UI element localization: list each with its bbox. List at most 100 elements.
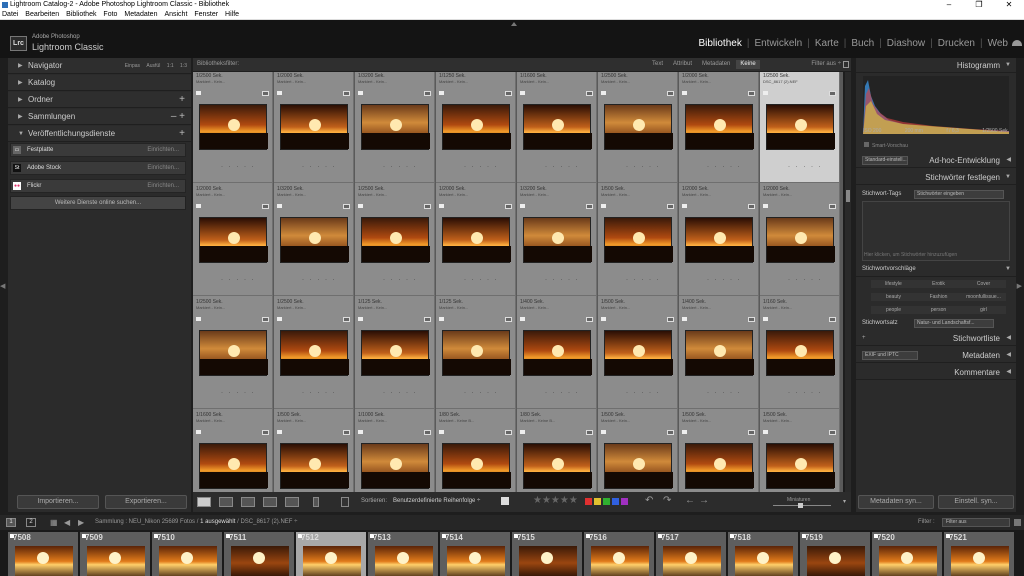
metadata-badge-icon[interactable]: [505, 317, 512, 322]
collapse-top-panel-icon[interactable]: [511, 22, 517, 26]
flag-icon[interactable]: [358, 91, 363, 95]
filmstrip-cell[interactable]: 7518: [728, 532, 798, 576]
rating-dots[interactable]: · · · · ·: [464, 277, 499, 283]
metadata-badge-icon[interactable]: [343, 91, 350, 96]
menu-fenster[interactable]: Fenster: [194, 11, 218, 18]
metadata-preset-dropdown[interactable]: EXIF und IPTC: [862, 351, 918, 360]
page-2-button[interactable]: 2: [26, 518, 36, 527]
grid-scrollbar[interactable]: [845, 72, 851, 492]
rating-dots[interactable]: · · · · ·: [464, 164, 499, 170]
grid-cell[interactable]: 1/1600 Sek.Markiert - Kein...· · · · ·: [517, 72, 597, 183]
close-button[interactable]: ✕: [994, 0, 1024, 10]
thumbnail-size-knob[interactable]: [798, 503, 803, 508]
filmstrip-thumbnail[interactable]: [951, 546, 1009, 576]
rating-dots[interactable]: · · · · ·: [464, 390, 499, 396]
keyword-suggestion[interactable]: Fashion: [916, 293, 961, 301]
grid-cell[interactable]: 1/2000 Sek. Markiert - Kein... · · · · ·: [193, 183, 273, 296]
service-setup[interactable]: Einrichten...: [147, 180, 179, 192]
filmstrip-cell[interactable]: 7516: [584, 532, 654, 576]
metadata-badge-icon[interactable]: [505, 430, 512, 435]
flag-icon[interactable]: [439, 91, 444, 95]
grid-icon[interactable]: ▦: [50, 515, 58, 530]
filmstrip-thumbnail[interactable]: [879, 546, 937, 576]
color-label-yellow[interactable]: [594, 498, 601, 505]
rating-dots[interactable]: · · · · ·: [221, 164, 256, 170]
flag-icon[interactable]: [277, 430, 282, 434]
filmstrip-thumbnail[interactable]: [231, 546, 289, 576]
flag-icon[interactable]: [501, 497, 509, 505]
photo-thumbnail[interactable]: [766, 217, 835, 263]
metadata-badge-icon[interactable]: [505, 204, 512, 209]
filmstrip-cell[interactable]: 7519: [800, 532, 870, 576]
filmstrip-thumbnail[interactable]: [591, 546, 649, 576]
photo-thumbnail[interactable]: [766, 330, 835, 376]
metadata-badge-icon[interactable]: [424, 204, 431, 209]
grid-cell[interactable]: 1/3200 Sek. Markiert - Kein... · · · · ·: [517, 183, 597, 296]
compare-view-icon[interactable]: [241, 497, 255, 507]
module-diashow[interactable]: Diashow: [885, 38, 927, 49]
photo-thumbnail[interactable]: [280, 104, 349, 150]
sort-order-dropdown[interactable]: Benutzerdefinierte Reihenfolge ÷: [393, 498, 480, 504]
spray-can-icon[interactable]: [313, 497, 319, 507]
grid-cell[interactable]: 1/125 Sek. Markiert - Kein... · · · · ·: [355, 296, 435, 409]
filmstrip-thumbnail[interactable]: [375, 546, 433, 576]
menu-foto[interactable]: Foto: [103, 11, 117, 18]
grid-cell[interactable]: 1/80 Sek.Markiert - Keine B...· · · · ·: [436, 409, 516, 492]
grid-cell[interactable]: 1/1000 Sek.Markiert - Kein...· · · · ·: [355, 409, 435, 492]
rating-stars[interactable]: ★★★★★: [533, 495, 578, 506]
loupe-view-icon[interactable]: [219, 497, 233, 507]
grid-cell[interactable]: 1/1250 Sek. Markiert - Kein... · · · · ·: [436, 72, 516, 183]
metadata-badge-icon[interactable]: [667, 430, 674, 435]
photo-thumbnail[interactable]: [361, 443, 430, 489]
color-label-red[interactable]: [585, 498, 592, 505]
menu-ansicht[interactable]: Ansicht: [164, 11, 187, 18]
filmstrip-cell[interactable]: 7512: [296, 532, 366, 576]
keyword-tags-dropdown[interactable]: Stichwörter eingeben: [914, 190, 1004, 199]
grid-cell[interactable]: 1/3200 Sek. Markiert - Kein... · · · · ·: [274, 183, 354, 296]
metadata-badge-icon[interactable]: [586, 317, 593, 322]
metadata-badge-icon[interactable]: [262, 91, 269, 96]
photo-thumbnail[interactable]: [685, 104, 754, 150]
grid-cell[interactable]: 1/2000 Sek. Markiert - Kein... · · · · ·: [274, 72, 354, 183]
collection-name[interactable]: Sammlung : NEU_Nikon: [95, 519, 160, 525]
keywording-header[interactable]: Stichwörter festlegen ▼: [856, 170, 1016, 185]
flag-icon[interactable]: [520, 430, 525, 434]
metadata-badge-icon[interactable]: [667, 317, 674, 322]
flag-icon[interactable]: [601, 317, 606, 321]
rotate-right-icon[interactable]: ↷: [663, 495, 671, 506]
rating-dots[interactable]: · · · · ·: [545, 390, 580, 396]
metadata-badge-icon[interactable]: [424, 317, 431, 322]
metadata-badge-icon[interactable]: [424, 91, 431, 96]
metadata-badge-icon[interactable]: [586, 91, 593, 96]
add-publish-service-icon[interactable]: +: [179, 126, 185, 142]
filmstrip-cell[interactable]: 7511: [224, 532, 294, 576]
flag-icon[interactable]: [196, 91, 201, 95]
module-entwickeln[interactable]: Entwickeln: [752, 38, 804, 49]
flag-icon[interactable]: [682, 204, 687, 208]
quick-develop-preset-dropdown[interactable]: Standard-einstell...: [862, 156, 908, 165]
filmstrip-cell[interactable]: 7513: [368, 532, 438, 576]
rating-dots[interactable]: · · · · ·: [383, 390, 418, 396]
sync-settings-button[interactable]: Einstell. syn...: [938, 495, 1014, 509]
photo-thumbnail[interactable]: [604, 104, 673, 150]
grid-cell[interactable]: 1/500 Sek.Markiert - Kein...· · · · ·: [274, 409, 354, 492]
flag-icon[interactable]: [601, 91, 606, 95]
metadata-badge-icon[interactable]: [424, 430, 431, 435]
filmstrip-thumbnail[interactable]: [663, 546, 721, 576]
back-arrow-icon[interactable]: ◀: [64, 515, 70, 530]
grid-cell[interactable]: 1/500 Sek.Markiert - Kein...· · · · ·: [760, 409, 840, 492]
grid-cell[interactable]: 1/500 Sek.Markiert - Kein...· · · · ·: [598, 409, 678, 492]
photo-thumbnail[interactable]: [685, 330, 754, 376]
rating-dots[interactable]: · · · · ·: [545, 164, 580, 170]
module-bibliothek[interactable]: Bibliothek: [696, 38, 743, 49]
metadata-badge-icon[interactable]: [829, 430, 836, 435]
collection-actions-icon[interactable]: – +: [171, 109, 185, 125]
flag-icon[interactable]: [196, 317, 201, 321]
metadata-badge-icon[interactable]: [748, 317, 755, 322]
filmstrip-cell[interactable]: 7509: [80, 532, 150, 576]
filmstrip-thumbnail[interactable]: [807, 546, 865, 576]
rating-dots[interactable]: · · · · ·: [383, 164, 418, 170]
flag-icon[interactable]: [277, 204, 282, 208]
grid-cell[interactable]: 1/2500 Sek. Markiert - Kein... · · · · ·: [355, 183, 435, 296]
filmstrip-filter-dropdown[interactable]: Filter aus: [942, 518, 1010, 527]
